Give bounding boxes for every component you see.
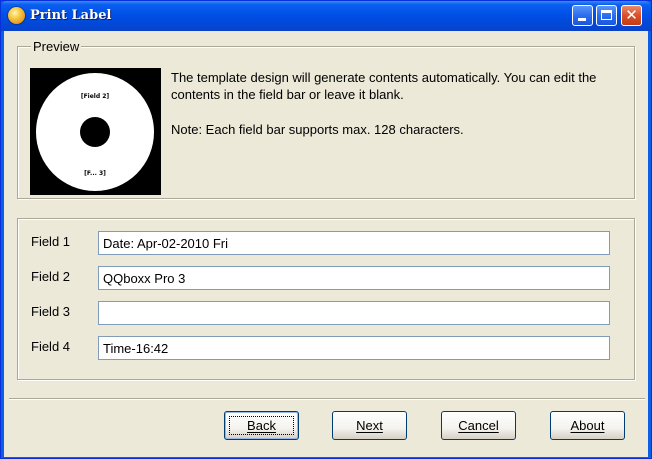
- about-button-label: About: [570, 418, 605, 433]
- cd-field-top-label: [Field 2]: [80, 93, 110, 100]
- field-3-label: Field 3: [31, 304, 71, 319]
- note-text: Note: Each field bar supports max. 128 c…: [171, 122, 464, 137]
- next-button-label: Next: [356, 418, 383, 433]
- about-button[interactable]: About: [550, 411, 625, 440]
- field-1-input[interactable]: [98, 231, 610, 255]
- field-2-label: Field 2: [31, 269, 71, 284]
- field-4-label: Field 4: [31, 339, 71, 354]
- field-1-label: Field 1: [31, 234, 71, 249]
- next-button[interactable]: Next: [332, 411, 407, 440]
- cancel-button[interactable]: Cancel: [441, 411, 516, 440]
- preview-legend: Preview: [31, 39, 82, 54]
- cd-disc: [Field 2] [F... 3]: [36, 73, 154, 191]
- close-button[interactable]: ✕: [621, 5, 642, 26]
- title-bar[interactable]: Print Label ✕: [1, 1, 651, 31]
- print-label-window: Print Label ✕ Preview [Field 2] [F... 3]…: [0, 0, 652, 459]
- back-button-label: Back: [247, 418, 276, 433]
- cancel-button-label: Cancel: [458, 418, 499, 433]
- preview-description: The template design will generate conten…: [171, 69, 631, 138]
- cd-center-hole: [80, 117, 110, 147]
- cd-preview-thumbnail: [Field 2] [F... 3]: [30, 68, 161, 195]
- maximize-icon: [601, 10, 612, 20]
- cd-field-bottom-label: [F... 3]: [84, 170, 106, 177]
- window-title: Print Label: [30, 8, 112, 23]
- disc-app-icon: [8, 7, 25, 24]
- back-button[interactable]: Back: [224, 411, 299, 440]
- button-separator: [9, 398, 645, 400]
- dialog-client-area: Preview [Field 2] [F... 3] The template …: [4, 31, 648, 457]
- field-4-input[interactable]: [98, 336, 610, 360]
- maximize-button[interactable]: [596, 5, 617, 26]
- minimize-button[interactable]: [572, 5, 593, 26]
- field-2-input[interactable]: [98, 266, 610, 290]
- description-text: The template design will generate conten…: [171, 70, 597, 102]
- minimize-icon: [578, 18, 586, 21]
- field-3-input[interactable]: [98, 301, 610, 325]
- close-icon: ✕: [625, 6, 638, 24]
